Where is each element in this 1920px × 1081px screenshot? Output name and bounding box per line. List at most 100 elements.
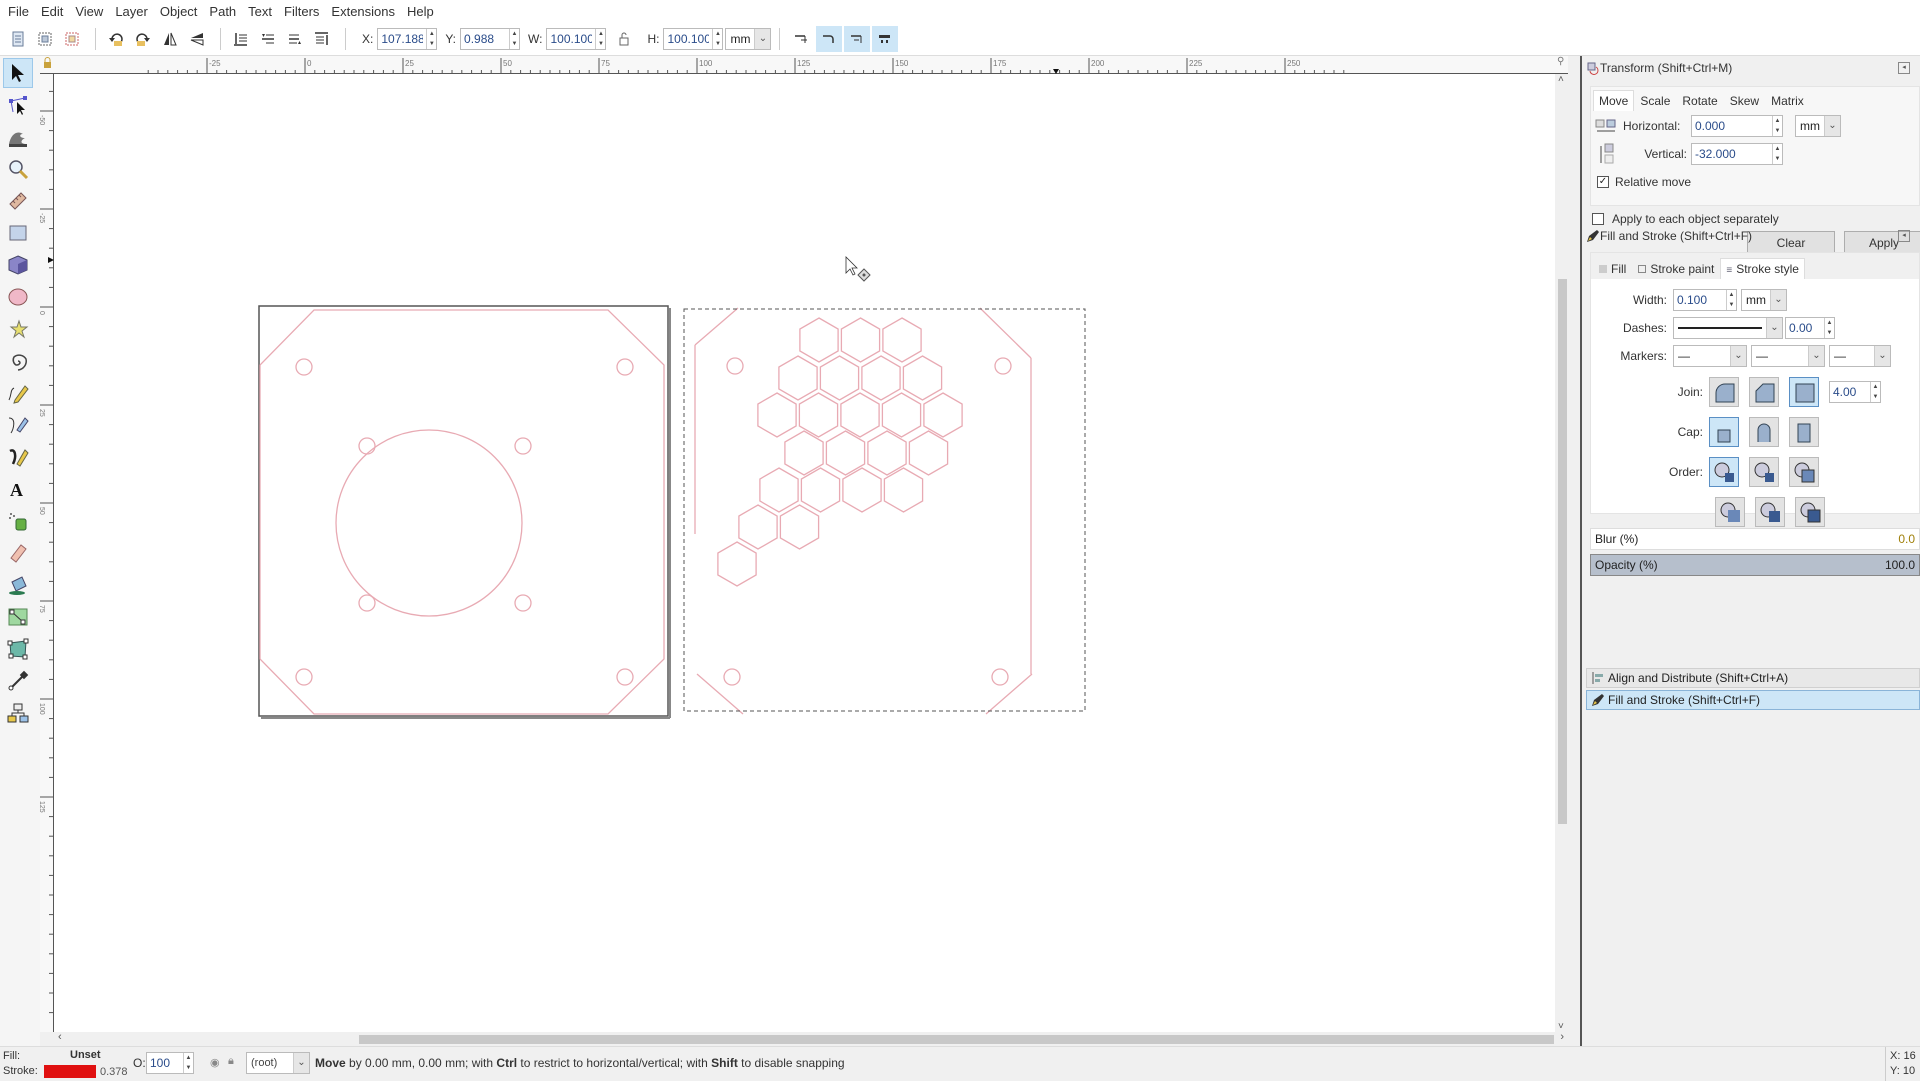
order-markers-fill-stroke-button[interactable] [1715, 497, 1745, 527]
rectangle-tool[interactable] [3, 218, 33, 248]
x-field[interactable]: ▲▼ [377, 27, 438, 50]
raise-icon[interactable] [283, 27, 307, 51]
vertical-scrollbar[interactable]: ⚲ ˄ ˅ [1555, 56, 1570, 1032]
vertical-input[interactable] [1692, 144, 1772, 164]
fill-value[interactable]: Unset [70, 1049, 101, 1061]
relative-move-row[interactable]: ✓ Relative move [1597, 175, 1691, 189]
dash-offset-input[interactable] [1786, 318, 1824, 338]
menu-filters[interactable]: Filters [284, 4, 319, 19]
flip-horizontal-icon[interactable] [158, 27, 182, 51]
tab-scale[interactable]: Scale [1634, 90, 1676, 111]
ellipse-tool[interactable] [3, 282, 33, 312]
h-spinner[interactable]: ▲ ▼ [712, 28, 722, 49]
butt-cap-button[interactable] [1709, 417, 1739, 447]
square-cap-button[interactable] [1789, 417, 1819, 447]
horizontal-ruler[interactable]: -25 0 25 50 75 100 125 150 175 200 225 250 [40, 56, 1568, 74]
select-all-layers-icon[interactable] [33, 27, 57, 51]
node-tool[interactable] [3, 90, 33, 120]
w-input[interactable] [547, 28, 596, 49]
horizontal-input[interactable] [1692, 116, 1772, 136]
tab-move[interactable]: Move [1593, 90, 1635, 111]
order-stroke-fill-markers-button[interactable] [1749, 457, 1779, 487]
dropper-tool[interactable] [3, 666, 33, 696]
layer-lock-icon[interactable]: 🔒︎ [228, 1055, 234, 1068]
menu-edit[interactable]: Edit [41, 4, 63, 19]
miter-limit-input[interactable] [1830, 382, 1870, 402]
hexagon-vent[interactable] [784, 430, 824, 476]
hexagon-vent[interactable] [717, 541, 757, 587]
width-spinner[interactable]: ▲ ▼ [1726, 290, 1736, 310]
scale-corners-toggle[interactable] [816, 25, 843, 52]
hexagon-vent[interactable] [799, 317, 839, 363]
end-marker-select[interactable]: — ⌄ [1829, 345, 1891, 367]
y-input[interactable] [461, 28, 510, 49]
round-cap-button[interactable] [1749, 417, 1779, 447]
x-spinner[interactable]: ▲ ▼ [426, 28, 436, 49]
menu-view[interactable]: View [75, 4, 103, 19]
width-unit-select[interactable]: mm ⌄ [1741, 289, 1787, 311]
tab-matrix[interactable]: Matrix [1765, 90, 1810, 111]
transform-panel-title[interactable]: Transform (Shift+Ctrl+M) ◂ [1582, 56, 1920, 80]
width-input[interactable] [1674, 290, 1726, 310]
vertical-scroll-thumb[interactable] [1558, 279, 1567, 824]
w-field[interactable]: ▲▼ [546, 27, 607, 50]
mount-hole[interactable] [726, 357, 744, 375]
dash-offset-field[interactable]: ▲▼ [1785, 317, 1835, 339]
connector-tool[interactable] [3, 698, 33, 728]
hexagon-vent[interactable] [819, 355, 860, 401]
hexagon-vent[interactable] [861, 355, 901, 401]
menu-path[interactable]: Path [209, 4, 236, 19]
w-spinner[interactable]: ▲ ▼ [595, 28, 605, 49]
menu-help[interactable]: Help [407, 4, 434, 19]
hexagon-vent[interactable] [800, 467, 841, 513]
measure-tool[interactable] [3, 186, 33, 216]
fill-stroke-panel-title[interactable]: Fill and Stroke (Shift+Ctrl+F) ◂ [1582, 224, 1920, 248]
stroke-color-swatch[interactable] [44, 1065, 96, 1078]
miter-limit-spinner[interactable]: ▲ ▼ [1870, 382, 1880, 402]
dash-offset-spinner[interactable]: ▲ ▼ [1824, 318, 1834, 338]
menu-text[interactable]: Text [248, 4, 272, 19]
h-field[interactable]: ▲▼ [663, 27, 724, 50]
hexagon-vent[interactable] [825, 430, 866, 476]
menu-layer[interactable]: Layer [115, 4, 148, 19]
tab-stroke-paint[interactable]: Stroke paint [1632, 258, 1720, 279]
order-markers-stroke-fill-button[interactable] [1795, 497, 1825, 527]
hexagon-vent[interactable] [759, 467, 799, 513]
mesh-tool[interactable] [3, 634, 33, 664]
lock-ratio-icon[interactable] [612, 27, 636, 51]
collapse-icon[interactable]: ◂ [1898, 62, 1910, 74]
dash-pattern-select[interactable]: ⌄ [1673, 317, 1783, 339]
scroll-right-icon[interactable]: › [1560, 1031, 1564, 1043]
calligraphy-tool[interactable] [3, 442, 33, 472]
start-marker-select[interactable]: — ⌄ [1673, 345, 1747, 367]
scroll-left-icon[interactable]: ‹ [58, 1031, 62, 1043]
hexagon-vent[interactable] [867, 430, 907, 476]
select-all-icon[interactable] [6, 27, 30, 51]
hexagon-vent[interactable] [923, 392, 963, 438]
vertical-ruler[interactable]: -50 -25 0 25 50 75 100 125 [38, 74, 54, 1032]
tab-fill[interactable]: Fill [1593, 258, 1632, 279]
vertical-field[interactable]: ▲▼ [1691, 143, 1783, 165]
gradient-tool[interactable] [3, 602, 33, 632]
tweak-tool[interactable] [3, 122, 33, 152]
hexagon-vent[interactable] [798, 392, 839, 438]
hexagon-vent[interactable] [883, 467, 924, 513]
rotate-cw-icon[interactable] [131, 27, 155, 51]
hexagon-vent[interactable] [840, 317, 881, 363]
zoom-tool[interactable] [3, 154, 33, 184]
menu-extensions[interactable]: Extensions [331, 4, 395, 19]
move-unit-select[interactable]: mm ⌄ [1795, 115, 1841, 137]
lower-to-bottom-icon[interactable] [229, 27, 253, 51]
horizontal-field[interactable]: ▲▼ [1691, 115, 1783, 137]
stroke-width-value[interactable]: 0.378 [100, 1066, 128, 1078]
y-field[interactable]: ▲▼ [460, 27, 521, 50]
plate-outline-selected[interactable] [672, 310, 1040, 710]
spiral-tool[interactable] [3, 346, 33, 376]
hexagon-vent[interactable] [902, 355, 943, 401]
pencil-tool[interactable] [3, 378, 33, 408]
menu-object[interactable]: Object [160, 4, 198, 19]
selector-tool[interactable] [3, 58, 33, 88]
collapse-icon[interactable]: ◂ [1898, 230, 1910, 242]
opacity-slider[interactable]: Opacity (%) 100.0 [1590, 554, 1920, 576]
pen-tool[interactable] [3, 410, 33, 440]
